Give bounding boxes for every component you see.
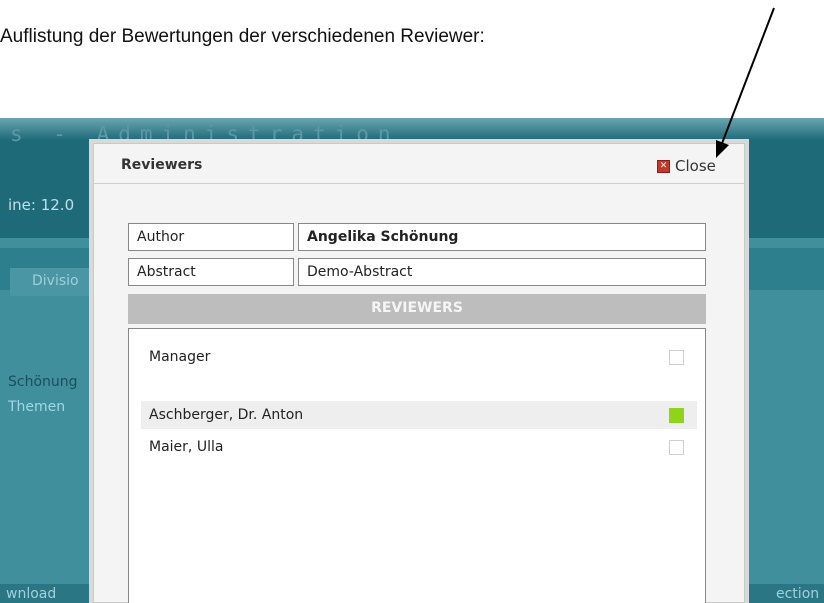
abstract-value: Demo-Abstract [298, 258, 706, 286]
reviewers-section-header: REVIEWERS [128, 294, 706, 324]
reviewer-row-aschberger[interactable]: Aschberger, Dr. Anton [141, 401, 697, 429]
reviewer-name: Maier, Ulla [149, 439, 224, 455]
reviewer-row-maier[interactable]: Maier, Ulla [141, 433, 697, 461]
review-status-empty-icon [669, 350, 684, 365]
modal-divider [94, 183, 744, 184]
close-x-icon[interactable]: ✕ [657, 159, 670, 173]
author-row: Author Angelika Schönung [128, 223, 706, 251]
app-footer-selection[interactable]: ection [776, 586, 819, 602]
app-list-author: Schönung [8, 374, 78, 390]
reviewer-list: Manager Aschberger, Dr. Anton Maier, Ull… [128, 328, 706, 603]
review-status-empty-icon [669, 440, 684, 455]
review-status-done-icon [669, 408, 684, 423]
reviewer-name: Manager [149, 349, 211, 365]
modal-title: Reviewers [121, 157, 203, 173]
abstract-row: Abstract Demo-Abstract [128, 258, 706, 286]
author-value: Angelika Schönung [298, 223, 706, 251]
app-deadline: ine: 12.0 [8, 196, 75, 214]
caption-text: Auflistung der Bewertungen der verschied… [0, 26, 485, 47]
close-button[interactable]: ✕ Close [657, 156, 716, 176]
app-nav-tab-division[interactable]: Divisio [10, 268, 94, 296]
close-label[interactable]: Close [675, 157, 716, 175]
reviewer-row-manager[interactable]: Manager [141, 343, 697, 371]
author-label: Author [128, 223, 294, 251]
abstract-label: Abstract [128, 258, 294, 286]
app-list-topic-link[interactable]: Themen [8, 399, 65, 415]
reviewer-name: Aschberger, Dr. Anton [149, 407, 304, 423]
reviewers-modal: Reviewers ✕ Close Author Angelika Schönu… [93, 143, 745, 603]
app-footer-download[interactable]: wnload [6, 586, 56, 602]
